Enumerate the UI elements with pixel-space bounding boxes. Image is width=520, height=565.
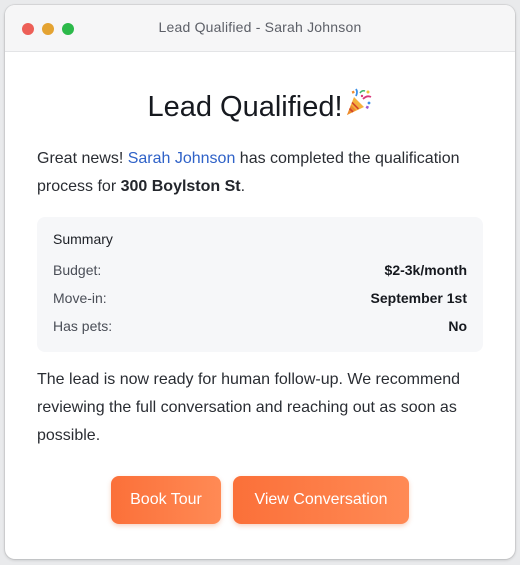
summary-label: Budget:: [53, 261, 102, 278]
summary-row-pets: Has pets: No: [53, 312, 467, 340]
lead-name-link[interactable]: Sarah Johnson: [128, 150, 236, 167]
summary-card: Summary Budget: $2-3k/month Move-in: Sep…: [37, 217, 483, 352]
window-title: Lead Qualified - Sarah Johnson: [158, 19, 362, 35]
intro-prefix: Great news!: [37, 150, 128, 167]
summary-label: Move-in:: [53, 289, 107, 306]
summary-title: Summary: [53, 231, 113, 247]
summary-row-move-in: Move-in: September 1st: [53, 284, 467, 312]
summary-value: $2-3k/month: [384, 261, 467, 278]
app-window: Lead Qualified - Sarah Johnson Lead Qual…: [5, 5, 515, 559]
summary-row-budget: Budget: $2-3k/month: [53, 256, 467, 284]
page-title-text: Lead Qualified!: [147, 91, 343, 123]
summary-value: September 1st: [370, 289, 467, 306]
page-title: Lead Qualified!: [37, 88, 483, 125]
title-bar: Lead Qualified - Sarah Johnson: [5, 5, 515, 52]
followup-message: The lead is now ready for human follow-u…: [37, 371, 461, 444]
intro-message: Great news! Sarah Johnson has completed …: [37, 145, 483, 201]
view-conversation-button[interactable]: View Conversation: [233, 476, 409, 524]
property-address: 300 Boylston St: [120, 178, 241, 195]
main-content: Lead Qualified! Great news! Sarah Johnso…: [5, 88, 515, 524]
intro-suffix: .: [240, 178, 246, 195]
party-popper-icon: [343, 88, 373, 118]
book-tour-button[interactable]: Book Tour: [111, 476, 221, 524]
summary-value: No: [448, 317, 467, 334]
action-buttons: Book Tour View Conversation: [37, 476, 483, 524]
summary-label: Has pets:: [53, 317, 113, 334]
